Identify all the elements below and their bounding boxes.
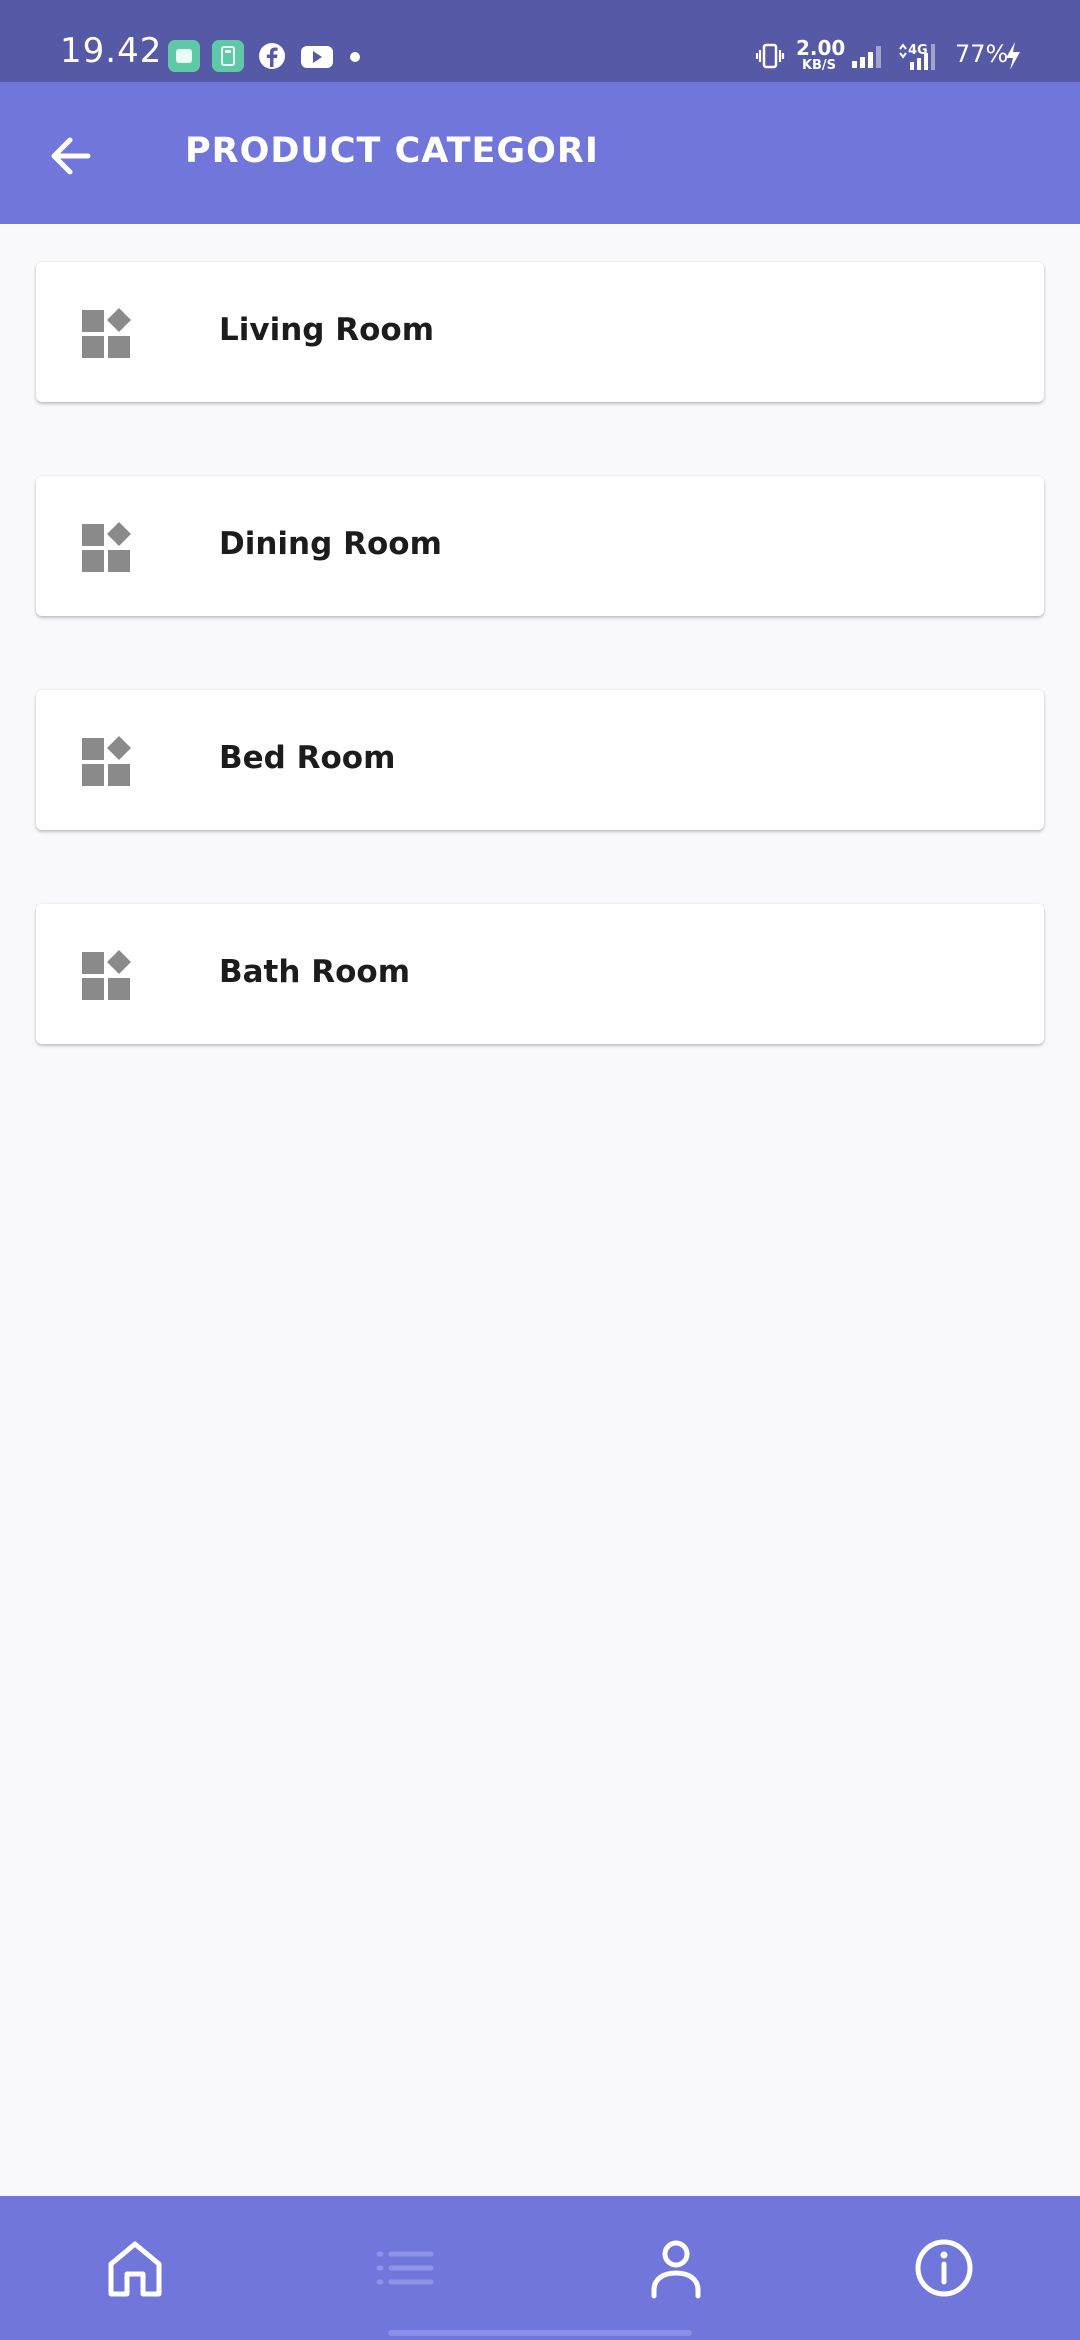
network-speed-value: 2.00: [796, 36, 846, 60]
nav-categories-button[interactable]: [373, 2236, 437, 2300]
message-app-icon: [168, 40, 200, 72]
calculator-app-icon: [212, 40, 244, 72]
page-title: PRODUCT CATEGORI: [185, 131, 599, 171]
home-indicator[interactable]: [388, 2330, 692, 2336]
category-item-bed-room[interactable]: Bed Room: [36, 690, 1044, 830]
widgets-icon: [82, 308, 134, 358]
widgets-icon: [82, 522, 134, 572]
youtube-icon: [300, 40, 333, 72]
info-icon: [915, 2239, 973, 2297]
category-item-dining-room[interactable]: Dining Room: [36, 476, 1044, 616]
facebook-icon: [256, 40, 288, 72]
category-label: Dining Room: [219, 526, 442, 562]
category-list: Living Room Dining Room Bed Room Bath Ro…: [36, 262, 1044, 1118]
app-bar: PRODUCT CATEGORI: [0, 82, 1080, 224]
nav-profile-button[interactable]: [644, 2236, 708, 2300]
arrow-left-icon: [51, 137, 91, 175]
charging-icon: [1002, 40, 1034, 72]
widgets-icon: [82, 950, 134, 1000]
signal-icon: [850, 40, 882, 72]
bottom-nav: [0, 2196, 1080, 2340]
category-label: Living Room: [219, 312, 435, 348]
nav-info-button[interactable]: [912, 2236, 976, 2300]
vibrate-icon: [754, 40, 786, 72]
status-bar: 19.42 2.00 KB/S 4G 77%: [0, 0, 1080, 82]
more-dot-icon: [346, 40, 378, 72]
category-item-living-room[interactable]: Living Room: [36, 262, 1044, 402]
nav-home-button[interactable]: [103, 2236, 167, 2300]
list-icon: [376, 2251, 434, 2285]
network-speed: 2.00 KB/S: [796, 36, 846, 73]
category-item-bath-room[interactable]: Bath Room: [36, 904, 1044, 1044]
person-icon: [651, 2240, 701, 2299]
battery-percent: 77%: [955, 40, 1009, 68]
network-4g-signal-icon: 4G: [896, 40, 940, 72]
home-icon: [108, 2241, 162, 2297]
back-button[interactable]: [40, 124, 104, 188]
network-speed-unit: KB/S: [801, 58, 837, 73]
widgets-icon: [82, 736, 134, 786]
category-label: Bath Room: [219, 954, 410, 990]
category-label: Bed Room: [219, 740, 396, 776]
status-time: 19.42: [60, 31, 163, 71]
